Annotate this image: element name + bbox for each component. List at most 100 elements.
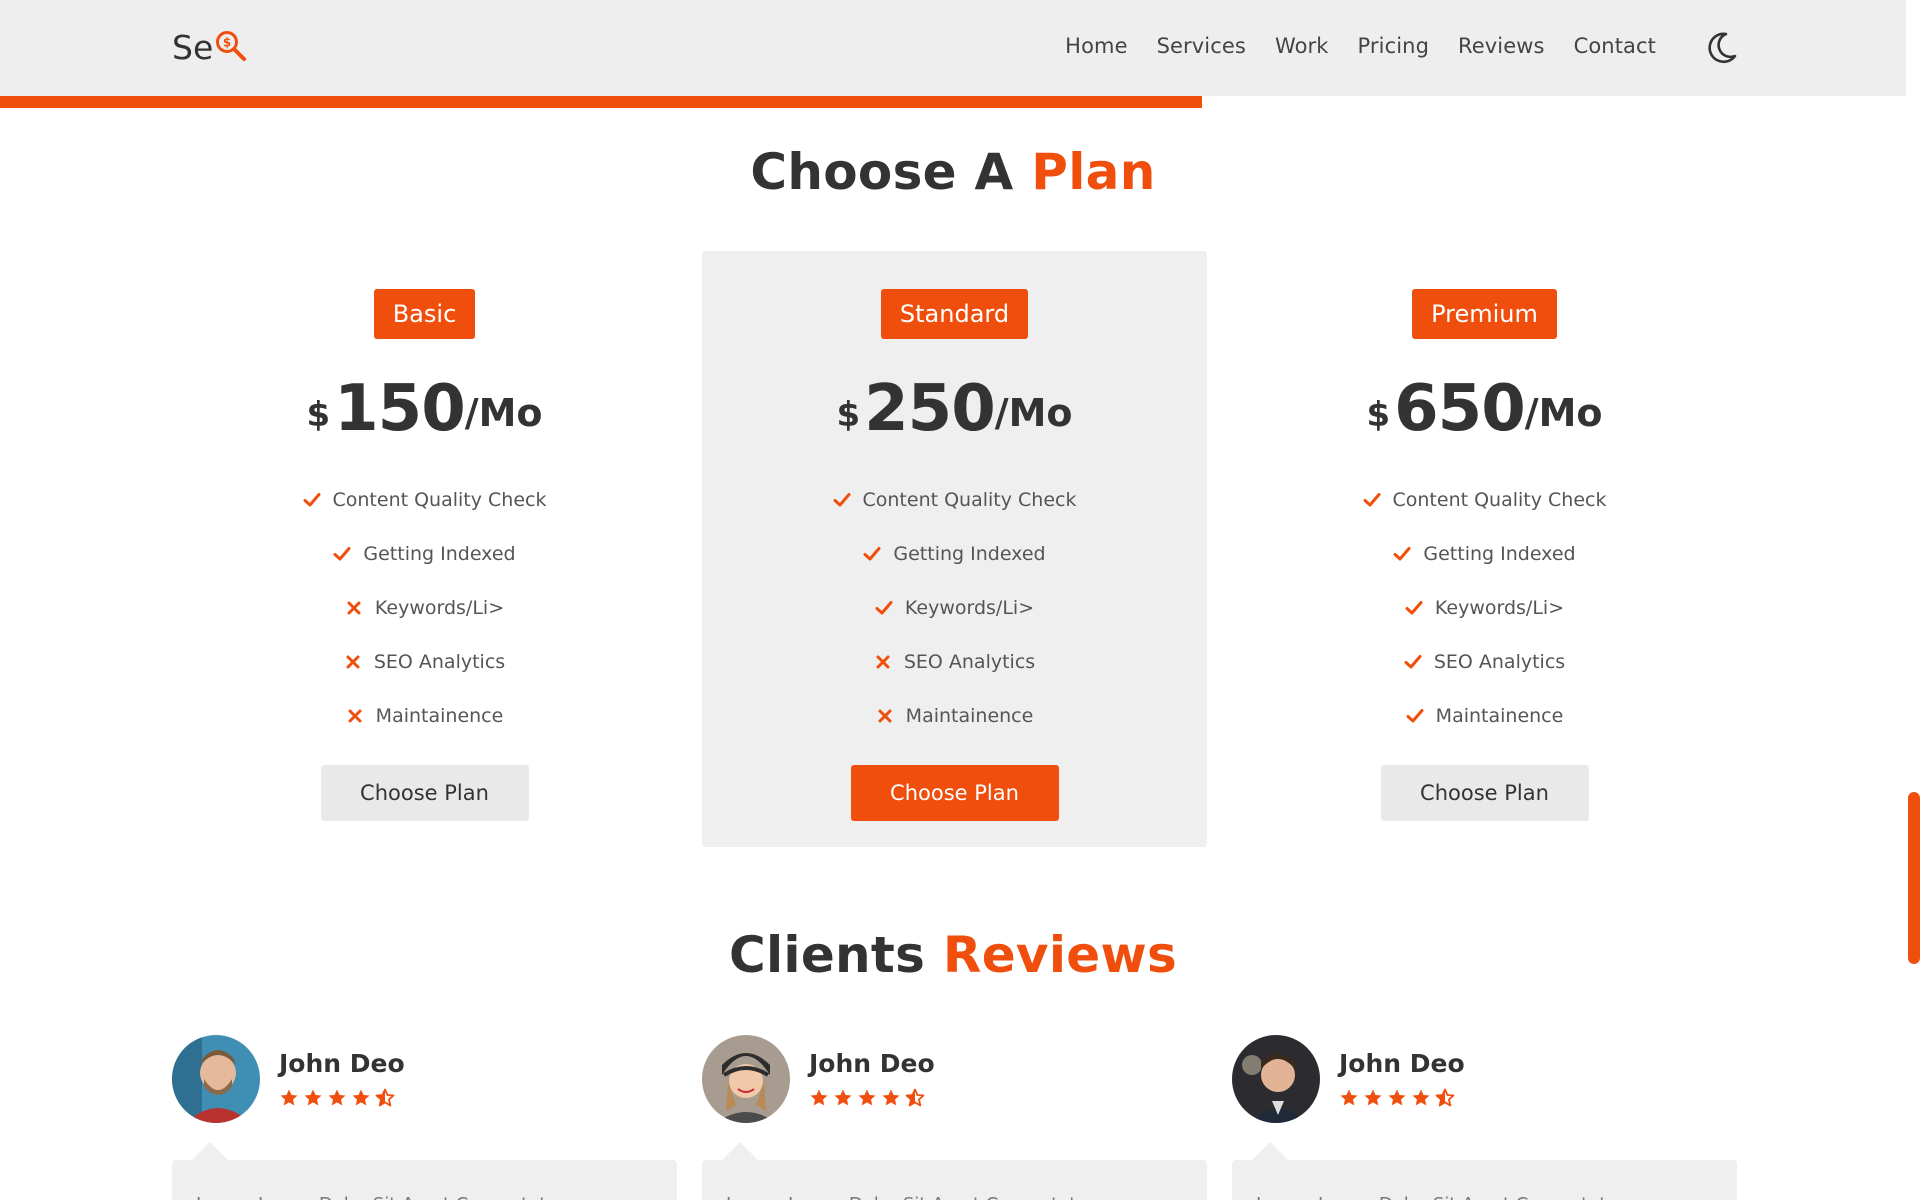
plan-feature: Content Quality Check (172, 473, 677, 527)
plan-feature: Getting Indexed (172, 527, 677, 581)
plan-feature-label: SEO Analytics (903, 651, 1036, 673)
reviewer-name: John Deo (1339, 1049, 1465, 1078)
star-rating (1339, 1088, 1455, 1108)
avatar (172, 1035, 260, 1123)
price-amount: 650 (1394, 372, 1526, 446)
plan-feature-label: SEO Analytics (373, 651, 506, 673)
site-header: Se $ Home Services Work Pricing Reviews … (0, 0, 1906, 96)
half-star-icon (1435, 1088, 1455, 1107)
choose-plan-button[interactable]: Choose Plan (320, 765, 529, 821)
price-amount: 250 (864, 372, 996, 446)
plan-feature: SEO Analytics (1232, 635, 1737, 689)
plan-name-badge: Standard (880, 289, 1029, 339)
plan-feature-list: Content Quality Check Getting Indexed Keyw… (172, 473, 677, 743)
plan-feature: Maintainence (702, 689, 1207, 743)
plan-feature-label: Keywords/Li> (904, 597, 1035, 619)
plan-card-premium: Premium $650/Mo Content Quality Check Getti… (1232, 251, 1737, 847)
half-star-icon (375, 1088, 395, 1107)
star-icon (834, 1089, 852, 1106)
review-text: Lorem Ipsum Dolor Sit Amet Consectetur (196, 1194, 565, 1200)
star-icon (1388, 1089, 1406, 1106)
review-card: John Deo Lorem Ipsum Dolor Sit Amet Conse… (702, 1035, 1207, 1200)
reviewer-name: John Deo (279, 1049, 405, 1078)
star-icon (304, 1089, 322, 1106)
plan-feature: Content Quality Check (702, 473, 1207, 527)
choose-plan-button[interactable]: Choose Plan (850, 765, 1059, 821)
plan-price: $250/Mo (702, 365, 1207, 441)
plan-card-standard: Standard $250/Mo Content Quality Check Gett… (702, 251, 1207, 847)
plans-heading-main: Choose A (750, 143, 1014, 201)
plan-feature-label: Content Quality Check (1392, 489, 1607, 511)
price-amount: 150 (334, 372, 466, 446)
plan-feature: SEO Analytics (702, 635, 1207, 689)
plan-name-badge: Premium (1412, 289, 1557, 339)
choose-plan-button[interactable]: Choose Plan (1380, 765, 1589, 821)
nav-contact[interactable]: Contact (1574, 34, 1656, 58)
star-icon (882, 1089, 900, 1106)
nav-reviews[interactable]: Reviews (1458, 34, 1545, 58)
cross-icon (876, 707, 906, 725)
plan-feature-label: Maintainence (905, 705, 1034, 727)
price-currency: $ (306, 395, 331, 435)
review-card: John Deo Lorem Ipsum Dolor Sit Amet Conse… (172, 1035, 677, 1200)
star-icon (858, 1089, 876, 1106)
plans-heading: Choose A Plan (0, 143, 1906, 201)
plan-feature-label: Getting Indexed (893, 543, 1046, 565)
plan-feature: Getting Indexed (1232, 527, 1737, 581)
star-icon (352, 1089, 370, 1106)
check-icon (863, 545, 893, 563)
half-star-icon (905, 1088, 925, 1107)
plan-feature-list: Content Quality Check Getting Indexed Keyw… (1232, 473, 1737, 743)
logo[interactable]: Se $ (172, 28, 248, 67)
plan-feature-label: Content Quality Check (862, 489, 1077, 511)
plan-card-basic: Basic $150/Mo Content Quality Check Getting… (172, 251, 677, 847)
moon-icon[interactable] (1704, 30, 1738, 66)
cross-icon (345, 599, 375, 617)
nav-pricing[interactable]: Pricing (1358, 34, 1429, 58)
plan-feature: Maintainence (1232, 689, 1737, 743)
cross-icon (344, 653, 374, 671)
nav-work[interactable]: Work (1275, 34, 1329, 58)
plan-price: $150/Mo (172, 365, 677, 441)
scroll-progress-bar (0, 96, 1202, 108)
cross-icon (346, 707, 376, 725)
plan-feature-label: Maintainence (375, 705, 504, 727)
check-icon (303, 491, 333, 509)
review-text-box: Lorem Ipsum Dolor Sit Amet Consectetur (172, 1142, 677, 1200)
cross-icon (874, 653, 904, 671)
plan-feature: Getting Indexed (702, 527, 1207, 581)
plan-feature-label: Content Quality Check (332, 489, 547, 511)
plan-price: $650/Mo (1232, 365, 1737, 441)
review-text-box: Lorem Ipsum Dolor Sit Amet Consectetur (1232, 1142, 1737, 1200)
price-period: /Mo (1524, 391, 1603, 435)
scrollbar-thumb[interactable] (1908, 792, 1920, 964)
magnifier-dollar-icon: $ (216, 30, 247, 61)
nav-home[interactable]: Home (1065, 34, 1127, 58)
price-currency: $ (1366, 395, 1391, 435)
plan-feature-label: SEO Analytics (1433, 651, 1566, 673)
check-icon (333, 545, 363, 563)
plan-feature-label: Keywords/Li> (374, 597, 505, 619)
plan-name-badge: Basic (373, 289, 476, 339)
star-rating (809, 1088, 925, 1108)
avatar (702, 1035, 790, 1123)
plan-feature-label: Keywords/Li> (1434, 597, 1565, 619)
plans-heading-accent: Plan (1031, 143, 1156, 201)
avatar (1232, 1035, 1320, 1123)
star-icon (280, 1089, 298, 1106)
plan-feature: Maintainence (172, 689, 677, 743)
plan-feature-list: Content Quality Check Getting Indexed Keyw… (702, 473, 1207, 743)
review-card: John Deo Lorem Ipsum Dolor Sit Amet Conse… (1232, 1035, 1737, 1200)
plan-feature: Keywords/Li> (702, 581, 1207, 635)
reviews-heading-accent: Reviews (942, 926, 1178, 984)
plan-feature: SEO Analytics (172, 635, 677, 689)
plan-feature: Keywords/Li> (1232, 581, 1737, 635)
reviews-heading-main: Clients (728, 926, 926, 984)
nav-services[interactable]: Services (1157, 34, 1246, 58)
plan-feature: Keywords/Li> (172, 581, 677, 635)
check-icon (1404, 653, 1434, 671)
plan-feature-label: Getting Indexed (363, 543, 516, 565)
price-currency: $ (836, 395, 861, 435)
check-icon (1393, 545, 1423, 563)
check-icon (1363, 491, 1393, 509)
